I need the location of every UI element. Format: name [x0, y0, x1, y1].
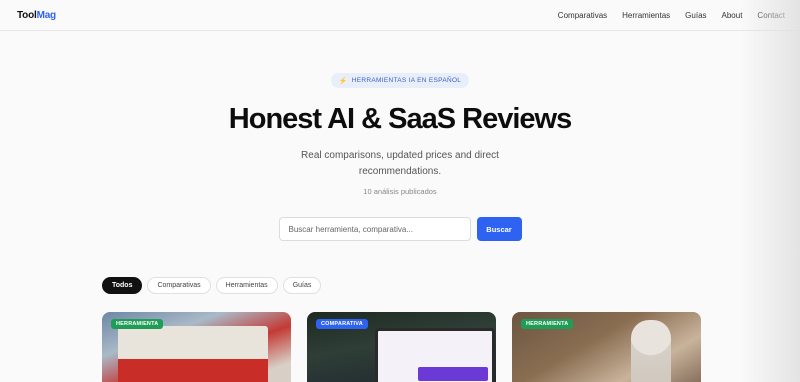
hero-subtitle: Real comparisons, updated prices and dir…	[301, 150, 499, 177]
page-title: Honest AI & SaaS Reviews	[228, 103, 572, 135]
search-input[interactable]	[278, 217, 471, 241]
article-card[interactable]: HERRAMIENTA	[512, 312, 701, 382]
article-card[interactable]: COMPARATIVA	[307, 312, 496, 382]
nav-link-guias[interactable]: Guías	[685, 11, 706, 20]
filter-chip-herramientas[interactable]: Herramientas	[215, 277, 278, 294]
category-badge: ⚡ HERRAMIENTAS IA EN ESPAÑOL	[330, 73, 470, 88]
published-count: 10 análisis publicados	[363, 187, 437, 196]
article-card[interactable]: HERRAMIENTA	[102, 312, 291, 382]
article-cards: HERRAMIENTA COMPARATIVA HERRAMIENTA	[102, 312, 701, 382]
main-nav: Comparativas Herramientas Guías About Co…	[543, 11, 785, 20]
card-image-ambulance	[118, 326, 268, 382]
logo-text-part2: Mag	[36, 9, 57, 21]
filter-chip-guias[interactable]: Guías	[282, 277, 322, 294]
card-image-person	[631, 320, 671, 382]
bolt-icon: ⚡	[338, 77, 348, 85]
search-form: Buscar	[0, 217, 800, 241]
logo-text-part1: Tool	[17, 9, 37, 21]
card-image-laptop	[375, 328, 495, 382]
filter-chip-todos[interactable]: Todos	[102, 277, 143, 294]
nav-link-herramientas[interactable]: Herramientas	[622, 11, 670, 20]
nav-link-contact[interactable]: Contact	[757, 11, 785, 20]
filter-chips: Todos Comparativas Herramientas Guías	[102, 277, 322, 294]
card-tag: HERRAMIENTA	[111, 319, 164, 329]
card-tag: HERRAMIENTA	[521, 319, 574, 329]
nav-link-about[interactable]: About	[722, 11, 743, 20]
filter-chip-comparativas[interactable]: Comparativas	[147, 277, 211, 294]
hero-section: ⚡ HERRAMIENTAS IA EN ESPAÑOL Honest AI &…	[0, 31, 800, 241]
top-nav-bar: ToolMag Comparativas Herramientas Guías …	[0, 0, 800, 31]
card-tag: COMPARATIVA	[316, 319, 368, 329]
site-logo[interactable]: ToolMag	[17, 10, 56, 21]
badge-label: HERRAMIENTAS IA EN ESPAÑOL	[351, 77, 462, 84]
nav-link-comparativas[interactable]: Comparativas	[558, 11, 607, 20]
search-button[interactable]: Buscar	[476, 217, 522, 241]
